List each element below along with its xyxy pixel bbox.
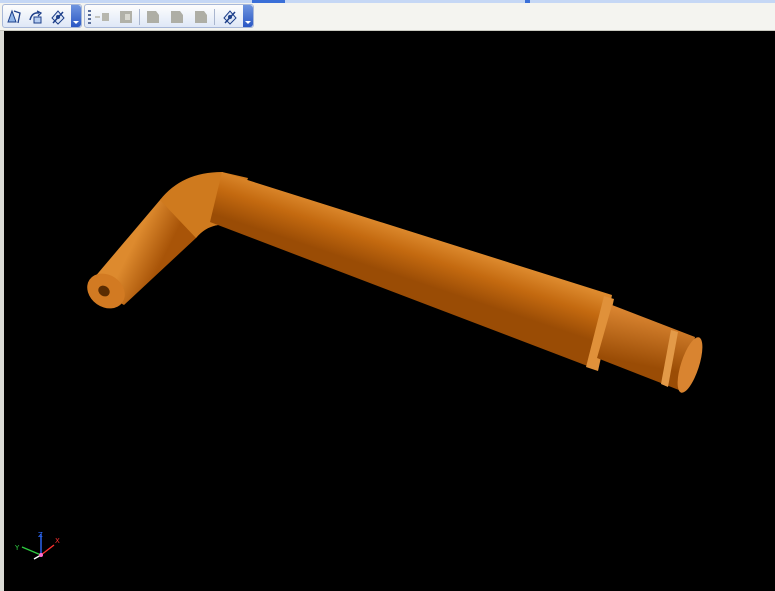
graphics-viewport[interactable]: Y Z X	[4, 31, 775, 591]
triad-origin	[39, 553, 43, 557]
select-feature-button[interactable]	[191, 7, 211, 27]
standard-views-button[interactable]	[48, 7, 68, 27]
toolbar-overflow-button[interactable]	[71, 5, 81, 27]
view-settings-button[interactable]	[220, 7, 240, 27]
model-view[interactable]	[4, 31, 775, 591]
select-face-button[interactable]	[116, 7, 136, 27]
rotate-view-icon	[7, 9, 21, 24]
select-body-icon	[147, 11, 159, 23]
pan-view-button[interactable]	[26, 7, 46, 27]
toolbar-group-selection	[84, 4, 254, 28]
bent-rod-part[interactable]	[80, 172, 707, 395]
view-toolbar	[0, 3, 775, 31]
toolbar-separator	[214, 9, 215, 25]
select-edge-button[interactable]	[94, 7, 114, 27]
rotate-view-button[interactable]	[4, 7, 24, 27]
select-feature-icon	[195, 11, 207, 23]
y-axis-label: Y	[14, 544, 20, 552]
toolbar-overflow-button[interactable]	[243, 5, 253, 27]
axis-triad: Y Z X	[14, 531, 60, 560]
select-body-button[interactable]	[143, 7, 163, 27]
select-part-button[interactable]	[167, 7, 187, 27]
z-axis-label: Z	[38, 531, 43, 539]
toolbar-separator	[139, 9, 140, 25]
x-axis-label: X	[55, 537, 60, 545]
standard-views-icon	[51, 10, 65, 25]
y-axis-line	[21, 546, 42, 556]
x-axis-line	[40, 544, 55, 556]
select-edge-icon	[95, 13, 109, 21]
pan-view-icon	[29, 10, 43, 24]
view-settings-icon	[223, 10, 237, 25]
toolbar-group-view	[2, 4, 82, 28]
select-face-icon	[120, 11, 132, 23]
rod-main-shaft	[210, 172, 612, 370]
toolbar-grip[interactable]	[88, 10, 91, 24]
select-part-icon	[171, 11, 183, 23]
